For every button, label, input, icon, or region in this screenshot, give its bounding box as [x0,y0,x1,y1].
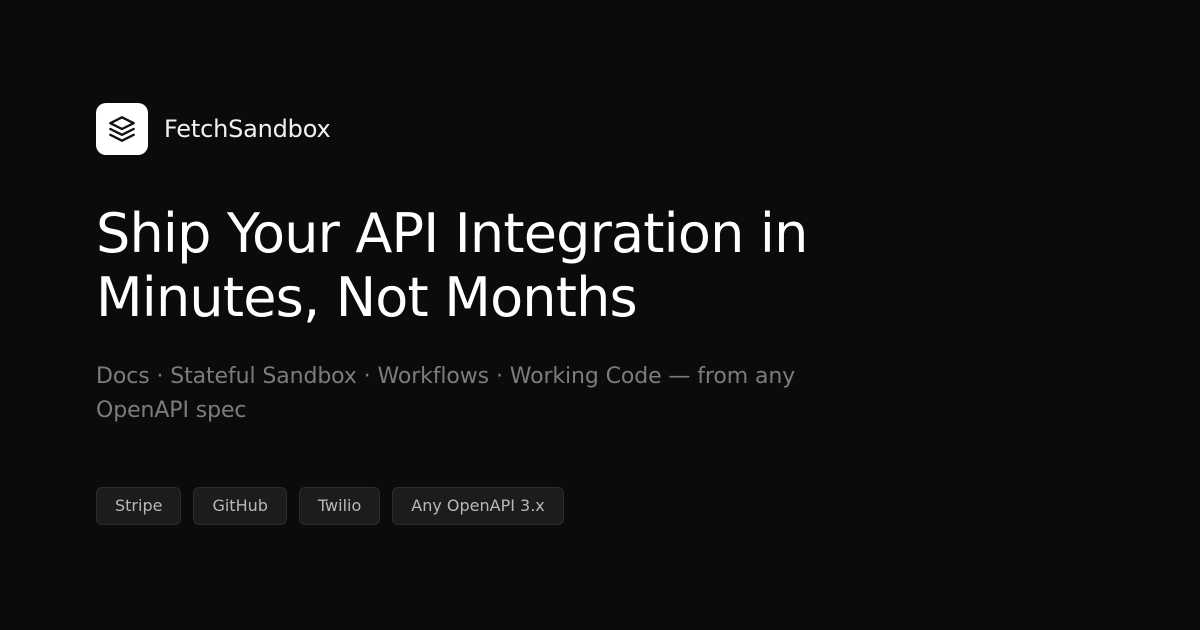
brand: FetchSandbox [96,103,331,155]
chip-stripe: Stripe [96,487,182,525]
headline-line-2: Minutes, Not Months [96,266,638,329]
chip-twilio: Twilio [298,487,381,525]
brand-logo [96,103,148,155]
brand-name: FetchSandbox [164,115,331,143]
social-card: FetchSandbox Ship Your API Integration i… [0,0,1200,630]
integration-chips: Stripe GitHub Twilio Any OpenAPI 3.x [96,487,564,525]
headline: Ship Your API Integration in Minutes, No… [96,202,1056,330]
chip-any-openapi: Any OpenAPI 3.x [392,487,564,525]
headline-line-1: Ship Your API Integration in [96,202,808,265]
chip-github: GitHub [193,487,287,525]
subtitle-line-2: OpenAPI spec [96,398,247,423]
subtitle-line-1: Docs · Stateful Sandbox · Workflows · Wo… [96,364,796,389]
layers-icon [109,116,135,142]
subtitle: Docs · Stateful Sandbox · Workflows · Wo… [96,360,856,428]
